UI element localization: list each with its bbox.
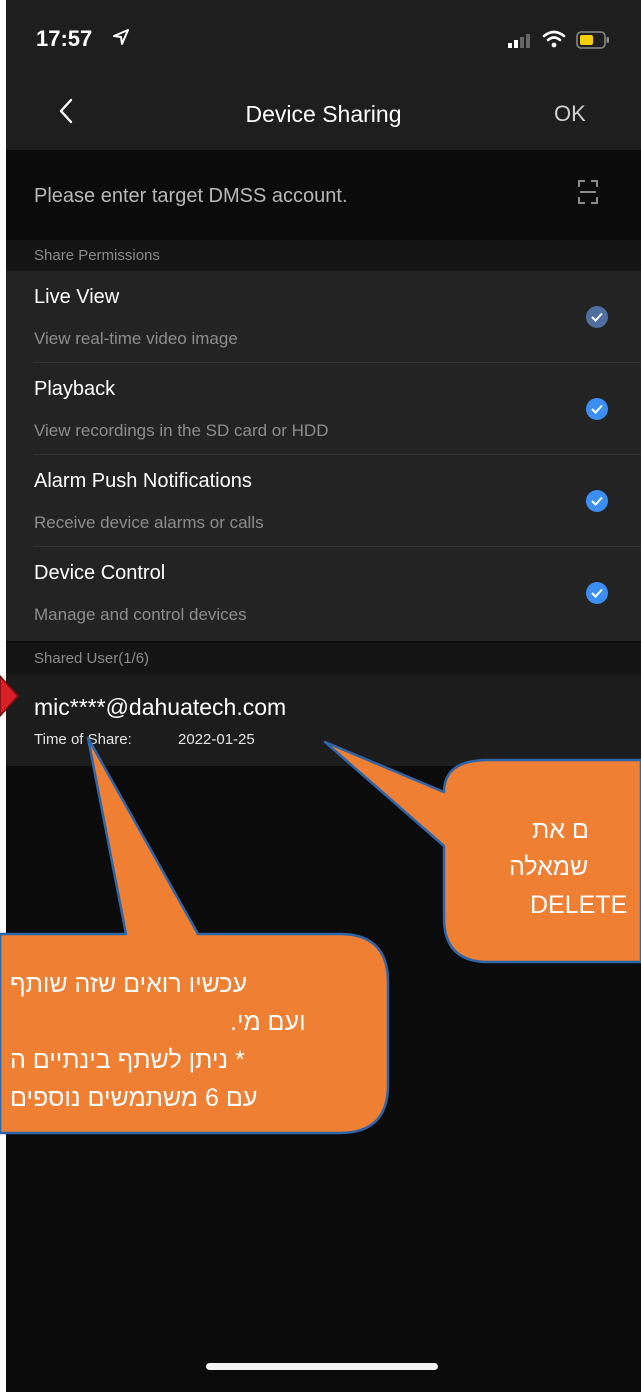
permission-description: Receive device alarms or calls [34,513,264,532]
page-title: Device Sharing [245,101,402,127]
permission-title: Device Control [34,562,166,584]
checkmark-icon[interactable] [586,582,608,604]
permission-playback[interactable]: Playback View recordings in the SD card … [6,363,641,455]
permission-live-view[interactable]: Live View View real-time video image [6,271,641,363]
permissions-list: Live View View real-time video image Pla… [6,271,641,641]
time-of-share-label: Time of Share: [34,731,132,748]
permission-description: View real-time video image [34,329,238,348]
battery-icon [576,31,610,54]
share-permissions-header: Share Permissions [6,240,641,271]
time-of-share-value: 2022-01-25 [178,731,255,748]
cellular-signal-icon [508,34,532,53]
shared-users-label: Shared User(1/6) [34,650,150,667]
permission-alarm-push-notifications[interactable]: Alarm Push Notifications Receive device … [6,455,641,547]
shared-user-email: mic****@dahuatech.com [34,694,287,720]
permission-title: Playback [34,378,116,400]
shared-user-item[interactable]: mic****@dahuatech.com Time of Share: 202… [6,674,641,766]
account-input-row [6,150,641,240]
scan-icon[interactable] [577,178,599,211]
permission-title: Live View [34,286,120,308]
permission-description: Manage and control devices [34,605,247,624]
status-time: 17:57 [36,26,93,51]
dmss-account-input[interactable] [34,185,534,208]
permission-description: View recordings in the SD card or HDD [34,421,329,440]
right-callout-line-3: DELETE [530,891,628,919]
checkmark-icon[interactable] [586,306,608,328]
share-permissions-label: Share Permissions [34,247,160,264]
left-callout-line-4: עם 6 משתמשים נוספים [10,1084,258,1112]
right-callout-line-2: שמאלה [509,853,589,881]
left-callout-line-1: עכשיו רואים שזה שותף [10,970,248,998]
permission-title: Alarm Push Notifications [34,470,252,492]
checkmark-icon[interactable] [586,490,608,512]
permission-device-control[interactable]: Device Control Manage and control device… [6,547,641,639]
left-callout-line-3: * ניתן לשתף בינתיים ה [10,1046,245,1074]
right-callout-line-1: ם את [532,816,589,844]
status-bar: 17:57 [6,0,641,80]
home-indicator [206,1363,438,1370]
checkmark-icon[interactable] [586,398,608,420]
navigation-bar: Device Sharing OK [6,80,641,150]
device-sharing-screen: 17:57 Device Sharing OK Please enter tar… [6,0,641,1392]
left-callout-line-2: ועם מי. [230,1008,306,1036]
shared-users-header: Shared User(1/6) [6,643,641,674]
location-arrow-icon [112,28,130,51]
wifi-icon [542,30,566,53]
ok-button[interactable]: OK [554,101,586,127]
